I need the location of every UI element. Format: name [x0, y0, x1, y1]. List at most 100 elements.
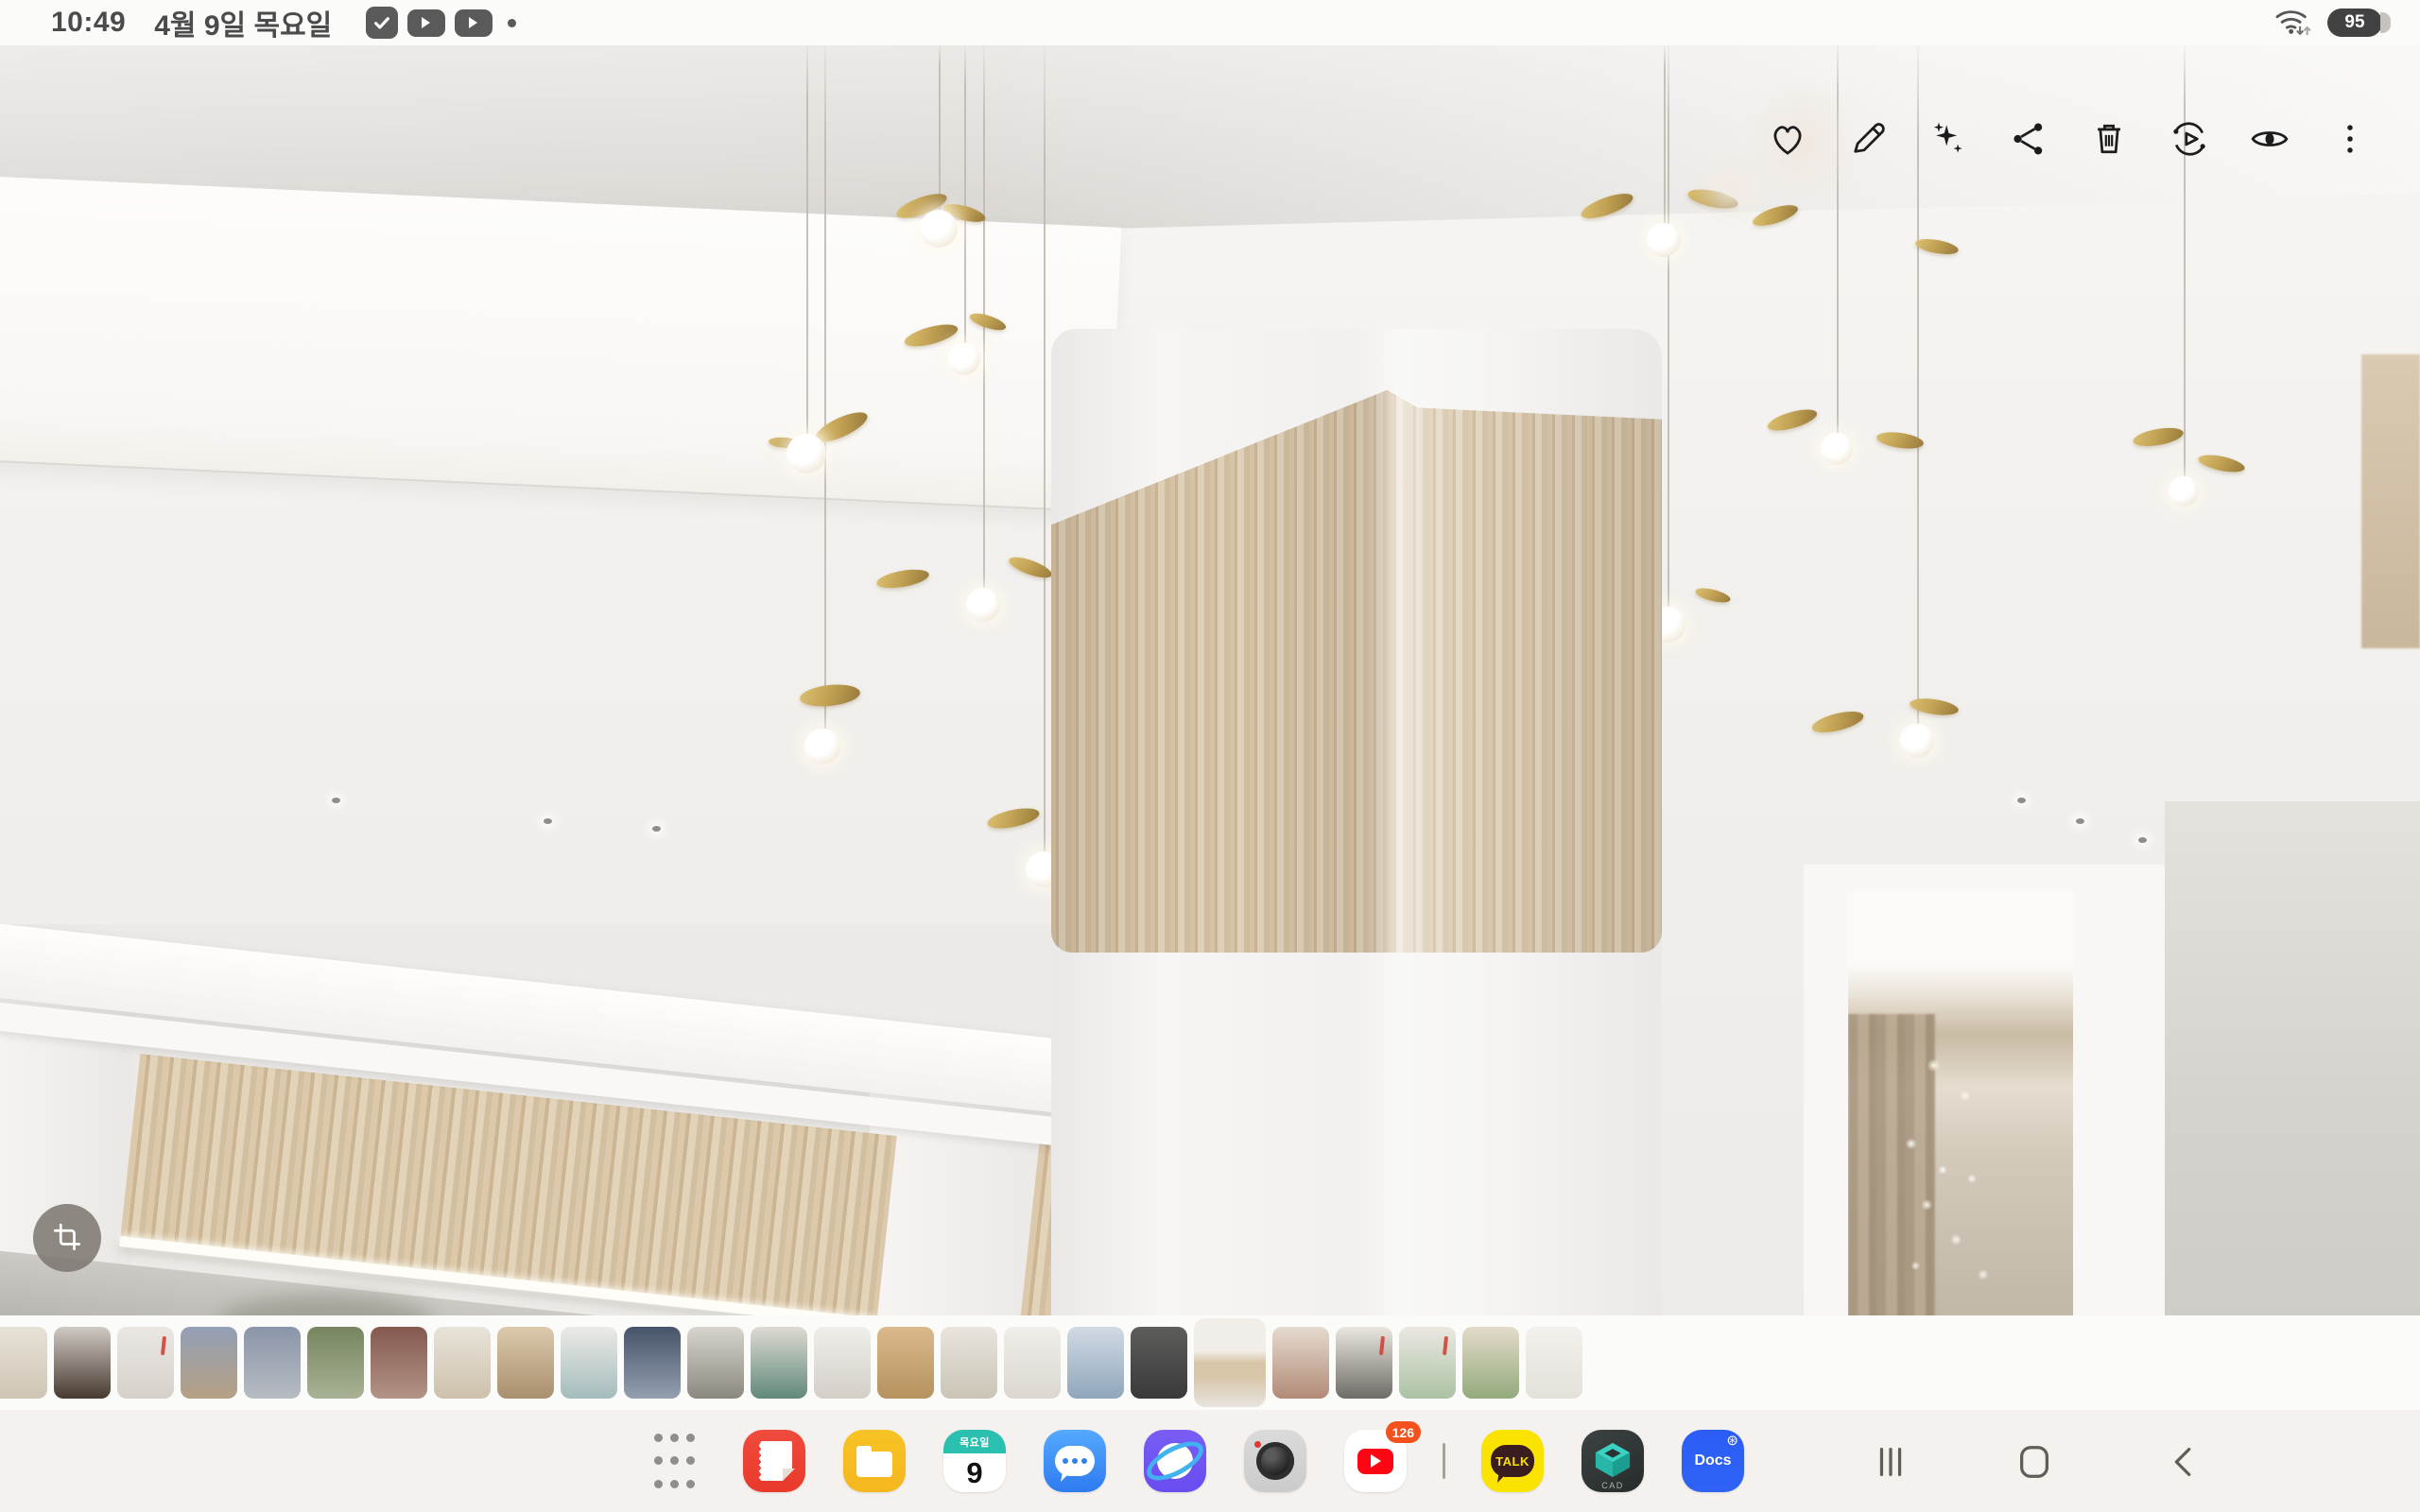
- gold-leaf-disc: [799, 682, 861, 710]
- filmstrip-thumbnail[interactable]: [814, 1327, 871, 1399]
- kakaotalk-app[interactable]: TALK: [1481, 1430, 1544, 1492]
- planet-ring-icon: [1141, 1434, 1209, 1487]
- pencil-icon: [1847, 118, 1889, 163]
- kebab-menu-icon: [2329, 118, 2371, 163]
- filmstrip-thumbnail[interactable]: [1067, 1327, 1124, 1399]
- filmstrip-thumbnail[interactable]: [117, 1327, 174, 1399]
- gold-leaf-disc: [2197, 451, 2246, 474]
- calendar-app[interactable]: 목요일9: [943, 1430, 1006, 1492]
- youtube-play-icon: [1357, 1449, 1393, 1474]
- calendar-weekday: 목요일: [943, 1430, 1006, 1453]
- gold-leaf-disc: [1766, 404, 1820, 434]
- right-wall: [2165, 801, 2420, 1327]
- pendant-cord: [1664, 45, 1666, 223]
- filmstrip-thumbnail[interactable]: [1004, 1327, 1061, 1399]
- crop-button[interactable]: [33, 1204, 101, 1272]
- wood-column: [1051, 329, 1662, 1327]
- camera-app[interactable]: [1244, 1430, 1306, 1492]
- light-bulb: [1647, 223, 1681, 257]
- filmstrip-thumbnail[interactable]: [1462, 1327, 1519, 1399]
- share-icon: [2008, 118, 2049, 163]
- youtube-app[interactable]: 126: [1344, 1430, 1407, 1492]
- column-shading: [1051, 329, 1662, 1327]
- dock-divider: [1443, 1443, 1445, 1479]
- filmstrip-thumbnail[interactable]: [434, 1327, 491, 1399]
- kakao-bubble-icon: TALK: [1491, 1445, 1534, 1477]
- filmstrip-thumbnail[interactable]: [1131, 1327, 1187, 1399]
- filmstrip-thumbnail-selected[interactable]: [1194, 1318, 1266, 1407]
- docs-app[interactable]: Docs⊛: [1682, 1430, 1744, 1492]
- filmstrip-thumbnail[interactable]: [244, 1327, 301, 1399]
- filmstrip-thumbnail[interactable]: [624, 1327, 681, 1399]
- edit-button[interactable]: [1847, 119, 1889, 161]
- thumbnail-annotation: [1379, 1336, 1385, 1355]
- filmstrip-thumbnail[interactable]: [1336, 1327, 1392, 1399]
- filmstrip-thumbnail[interactable]: [687, 1327, 744, 1399]
- filmstrip-thumbnail[interactable]: [0, 1327, 47, 1399]
- camera-lens-icon: [1256, 1442, 1294, 1480]
- gold-leaf-disc: [1810, 707, 1866, 736]
- wifi-icon: [2273, 4, 2314, 43]
- cad-app[interactable]: CAD: [1582, 1430, 1644, 1492]
- motion-photo-button[interactable]: [2169, 119, 2210, 161]
- filmstrip-thumbnail[interactable]: [1526, 1327, 1582, 1399]
- remaster-button[interactable]: [1927, 119, 1969, 161]
- light-bulb: [786, 434, 826, 473]
- pendant-cord: [2184, 45, 2186, 476]
- recessed-light: [2076, 818, 2084, 824]
- more-options-button[interactable]: [2329, 119, 2371, 161]
- nav-home-button[interactable]: [2012, 1433, 2057, 1493]
- favorite-button[interactable]: [1767, 119, 1808, 161]
- gold-leaf-disc: [1694, 586, 1732, 606]
- filmstrip-thumbnail[interactable]: [877, 1327, 934, 1399]
- photo-action-toolbar: [1767, 119, 2371, 161]
- filmstrip-thumbnail[interactable]: [54, 1327, 111, 1399]
- messages-app[interactable]: [1044, 1430, 1106, 1492]
- note-fold: [783, 1469, 795, 1481]
- pendant-cord: [964, 45, 966, 343]
- filmstrip: [0, 1315, 2420, 1410]
- light-bulb: [1821, 433, 1853, 465]
- show-in-view-button[interactable]: [2249, 119, 2290, 161]
- doorway-opening: [1848, 891, 2073, 1327]
- glitter-lights: [1848, 891, 2073, 1327]
- filmstrip-thumbnail[interactable]: [1272, 1327, 1329, 1399]
- crop-icon: [50, 1220, 84, 1257]
- internet-app[interactable]: [1144, 1430, 1206, 1492]
- pendant-cord: [1837, 45, 1839, 433]
- photo-viewer-image[interactable]: [0, 45, 2420, 1327]
- app-drawer[interactable]: [643, 1430, 705, 1492]
- recessed-light: [2138, 837, 2147, 843]
- my-files-app[interactable]: [843, 1430, 906, 1492]
- filmstrip-thumbnail[interactable]: [371, 1327, 427, 1399]
- gold-leaf-disc: [2132, 424, 2185, 449]
- heart-icon: [1767, 118, 1808, 163]
- folder-icon: [856, 1452, 892, 1477]
- battery-cap: [2380, 12, 2391, 33]
- light-bulb: [966, 588, 1000, 622]
- notification-icons: [366, 7, 516, 39]
- filmstrip-thumbnail[interactable]: [307, 1327, 364, 1399]
- filmstrip-thumbnail[interactable]: [941, 1327, 997, 1399]
- gold-leaf-disc: [1914, 236, 1960, 257]
- gold-leaf-disc: [986, 804, 1042, 832]
- pendant-cord: [1044, 45, 1046, 851]
- filmstrip-thumbnail[interactable]: [561, 1327, 617, 1399]
- eye-icon: [2249, 118, 2290, 163]
- delete-button[interactable]: [2088, 119, 2130, 161]
- nav-back-button[interactable]: [2161, 1433, 2206, 1493]
- filmstrip-thumbnail[interactable]: [497, 1327, 554, 1399]
- filmstrip-thumbnail[interactable]: [1399, 1327, 1456, 1399]
- share-button[interactable]: [2008, 119, 2049, 161]
- filmstrip-thumbnail[interactable]: [181, 1327, 237, 1399]
- light-bulb: [948, 343, 980, 375]
- notification-badge: 126: [1386, 1421, 1421, 1443]
- cad-cube-icon: [1588, 1435, 1637, 1487]
- status-bar[interactable]: 10:49 4월 9일 목요일 95: [0, 0, 2420, 45]
- gold-leaf-disc: [1007, 553, 1054, 582]
- motion-play-icon: [2169, 118, 2210, 163]
- notes-app[interactable]: [743, 1430, 805, 1492]
- filmstrip-thumbnail[interactable]: [751, 1327, 807, 1399]
- nav-recents-button[interactable]: [1868, 1433, 1913, 1493]
- screen: 10:49 4월 9일 목요일 95 목요일9 126 TALK CAD Docs⊛: [0, 0, 2420, 1512]
